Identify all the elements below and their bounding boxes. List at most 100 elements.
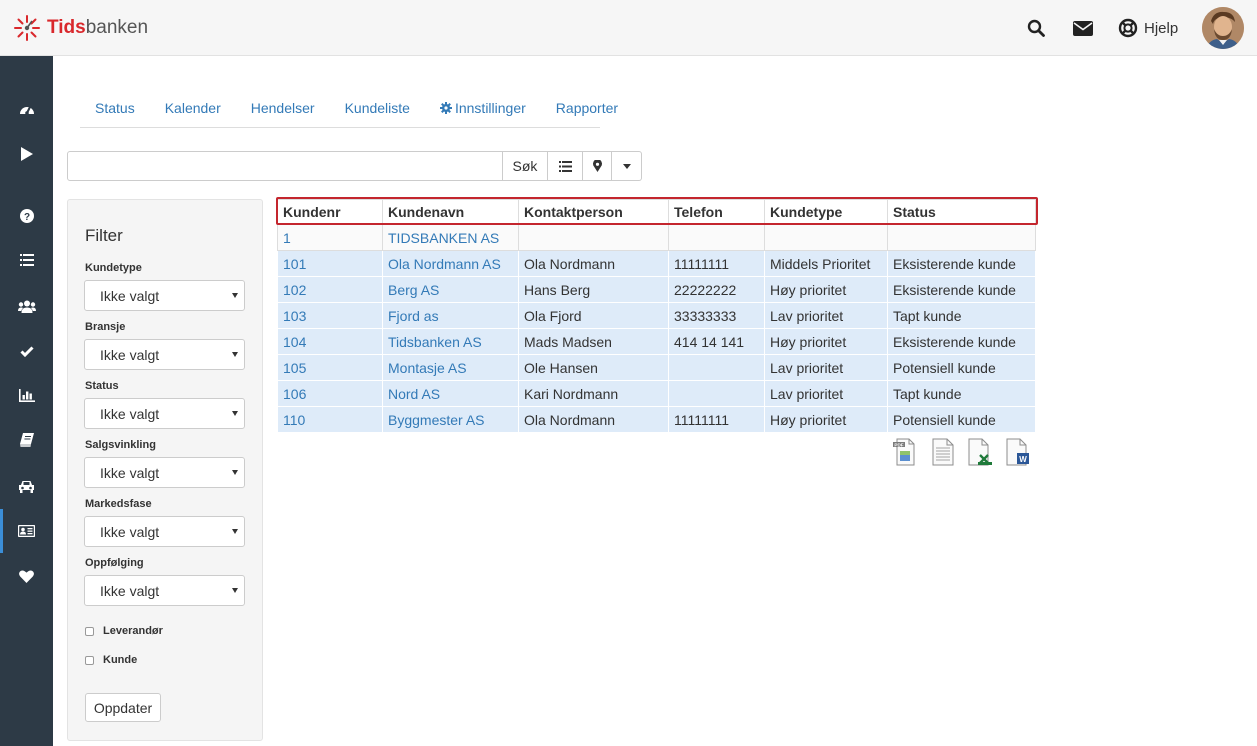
table-row[interactable]: 103 Fjord as Ola Fjord 33333333 Lav prio… [277,302,1036,329]
tab-rapporter[interactable]: Rapporter [541,90,633,127]
checkbox-box[interactable] [85,655,94,665]
cell-telefon [668,354,765,381]
checkbox-label: Kunde [103,654,138,666]
list-view-button[interactable] [548,151,583,181]
cell-kundenr[interactable]: 110 [277,406,383,433]
sidebar-item-dashboard[interactable] [0,87,53,131]
cell-kundenavn[interactable]: Montasje AS [382,354,519,381]
table-row[interactable]: 102 Berg AS Hans Berg 22222222 Høy prior… [277,276,1036,303]
cell-kundetype [764,224,888,251]
sidebar-item-favorites[interactable] [0,554,53,598]
envelope-icon[interactable] [1072,17,1094,39]
help-link[interactable]: Hjelp [1118,17,1178,39]
update-button[interactable]: Oppdater [85,693,161,722]
cell-kundenr[interactable]: 1 [277,224,383,251]
cell-status: Tapt kunde [887,380,1036,407]
tab-kundeliste[interactable]: Kundeliste [330,90,425,127]
sidebar-item-users[interactable] [0,284,53,328]
filter-select-salgsvinkling[interactable]: Ikke valgt [84,457,245,488]
cell-kundenavn[interactable]: Tidsbanken AS [382,328,519,355]
tab-status[interactable]: Status [80,90,150,127]
filter-label-kundetype: Kundetype [85,262,142,274]
search-input[interactable] [67,151,503,181]
search-button[interactable]: Søk [503,151,548,181]
users-icon [17,300,36,313]
brand-name: Tidsbanken [47,17,148,39]
checkbox-leverandor[interactable]: Leverandør [85,625,163,637]
cell-kundenavn[interactable]: Byggmester AS [382,406,519,433]
column-header-kundenavn[interactable]: Kundenavn [382,199,519,225]
filter-select-bransje[interactable]: Ikke valgt [84,339,245,370]
export-pdf-icon[interactable]: PDF [892,438,918,466]
sidebar-item-book[interactable] [0,418,53,462]
car-icon [19,480,34,493]
tab-kalender[interactable]: Kalender [150,90,236,127]
column-header-telefon[interactable]: Telefon [668,199,765,225]
cell-telefon [668,380,765,407]
export-csv-icon[interactable] [930,438,956,466]
cell-kundenavn[interactable]: Berg AS [382,276,519,303]
table-row[interactable]: 106 Nord AS Kari Nordmann Lav prioritet … [277,380,1036,407]
cell-kundenavn[interactable]: Nord AS [382,380,519,407]
filter-label-bransje: Bransje [85,321,126,333]
cell-kundetype: Høy prioritet [764,276,888,303]
table-row[interactable]: 1 TIDSBANKEN AS [277,224,1036,251]
cell-kundenavn[interactable]: Fjord as [382,302,519,329]
sidebar-item-customers[interactable] [0,509,53,553]
top-bar: Tidsbanken Hjelp [0,0,1257,56]
tab-innstillinger[interactable]: Innstillinger [425,90,541,127]
export-word-icon[interactable]: W [1004,438,1030,466]
cell-kundenr[interactable]: 102 [277,276,383,303]
table-row[interactable]: 105 Montasje AS Ole Hansen Lav prioritet… [277,354,1036,381]
column-header-kundenr[interactable]: Kundenr [277,199,383,225]
cell-kundenavn[interactable]: Ola Nordmann AS [382,250,519,277]
search-bar: Søk [67,151,642,181]
table-row[interactable]: 110 Byggmester AS Ola Nordmann 11111111 … [277,406,1036,433]
filter-select-kundetype[interactable]: Ikke valgt [84,280,245,311]
sidebar-item-reports[interactable] [0,373,53,417]
filter-select-oppfolging[interactable]: Ikke valgt [84,575,245,606]
cell-kontaktperson: Mads Madsen [518,328,669,355]
brand-logo[interactable]: Tidsbanken [12,13,148,43]
tab-hendelser[interactable]: Hendelser [236,90,330,127]
cell-kundenr[interactable]: 103 [277,302,383,329]
sidebar-item-help[interactable]: ? [0,194,53,238]
cell-status: Eksisterende kunde [887,328,1036,355]
column-header-kundetype[interactable]: Kundetype [764,199,888,225]
caret-down-icon [232,588,238,593]
dashboard-icon [19,106,34,115]
checkbox-box[interactable] [85,626,94,636]
table-row[interactable]: 101 Ola Nordmann AS Ola Nordmann 1111111… [277,250,1036,277]
user-avatar[interactable] [1202,7,1244,49]
filter-select-markedsfase[interactable]: Ikke valgt [84,516,245,547]
cell-telefon: 414 14 141 [668,328,765,355]
svg-text:PDF: PDF [894,442,903,447]
filter-select-status[interactable]: Ikke valgt [84,398,245,429]
question-icon: ? [19,209,34,223]
search-options-dropdown[interactable] [612,151,642,181]
checkbox-kunde[interactable]: Kunde [85,654,137,666]
sidebar-item-list[interactable] [0,238,53,282]
svg-text:?: ? [23,212,29,223]
cell-kundenr[interactable]: 105 [277,354,383,381]
sidebar-item-car[interactable] [0,464,53,508]
filter-panel: Filter Kundetype Ikke valgt Bransje Ikke… [67,199,263,741]
cell-kundetype: Lav prioritet [764,380,888,407]
sidebar-item-play[interactable] [0,132,53,176]
cell-kundenr[interactable]: 101 [277,250,383,277]
cell-kundenr[interactable]: 104 [277,328,383,355]
table-row[interactable]: 104 Tidsbanken AS Mads Madsen 414 14 141… [277,328,1036,355]
cell-kundenr[interactable]: 106 [277,380,383,407]
cell-kontaktperson: Ola Fjord [518,302,669,329]
cell-telefon: 22222222 [668,276,765,303]
column-header-status[interactable]: Status [887,199,1036,225]
filter-select-value: Ikke valgt [100,523,160,540]
search-icon[interactable] [1025,17,1047,39]
map-view-button[interactable] [583,151,612,181]
tab-innstillinger-label: Innstillinger [454,100,526,116]
sidebar-item-tasks[interactable] [0,329,53,373]
export-excel-icon[interactable] [966,438,992,466]
column-header-kontaktperson[interactable]: Kontaktperson [518,199,669,225]
cell-kundetype: Lav prioritet [764,302,888,329]
cell-kundenavn[interactable]: TIDSBANKEN AS [382,224,519,251]
